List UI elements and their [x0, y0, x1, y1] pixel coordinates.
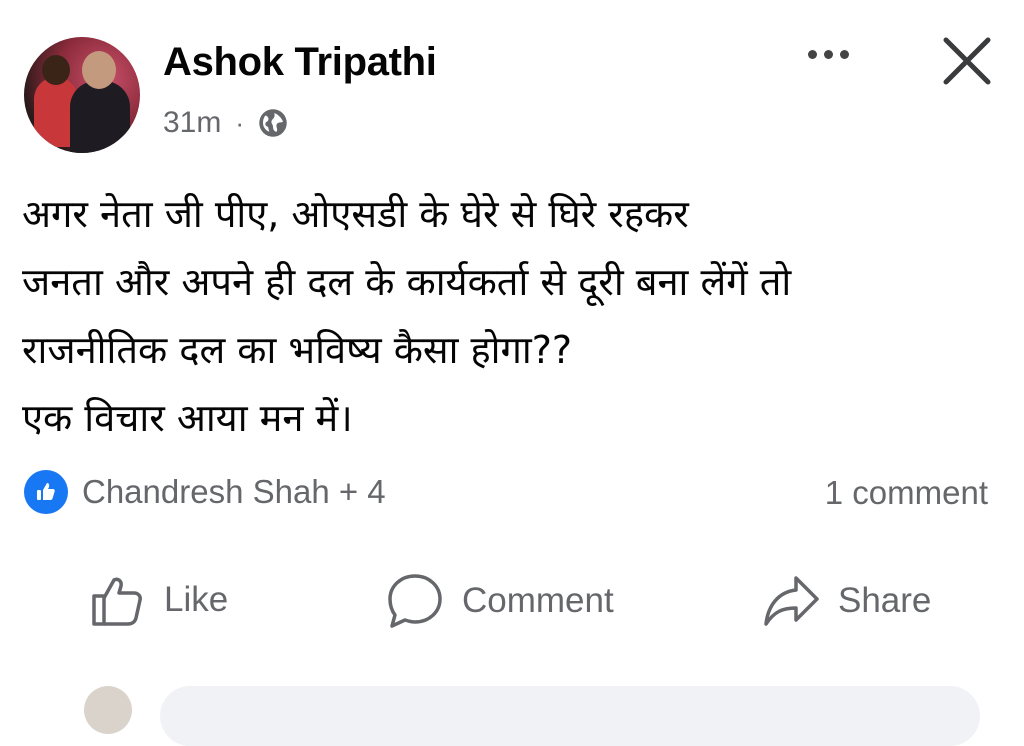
more-options-icon[interactable]	[808, 50, 849, 59]
like-label: Like	[164, 580, 229, 619]
comment-label: Comment	[462, 581, 614, 620]
post-meta: 31m ·	[163, 106, 288, 140]
comment-count[interactable]: 1 comment	[825, 474, 988, 512]
share-button[interactable]: Share	[762, 572, 931, 630]
reactors-text: Chandresh Shah + 4	[82, 473, 386, 510]
comment-button[interactable]: Comment	[386, 572, 614, 630]
share-arrow-icon	[764, 576, 819, 626]
current-user-avatar	[84, 686, 132, 734]
comment-input[interactable]	[160, 686, 980, 746]
author-name[interactable]: Ashok Tripathi	[163, 40, 437, 85]
comment-bubble-icon	[388, 574, 442, 628]
globe-icon[interactable]	[258, 108, 288, 138]
thumbs-up-icon	[92, 577, 142, 626]
post-timestamp[interactable]: 31m	[163, 106, 221, 140]
post-text-line: जनता और अपने ही दल के कार्यकर्ता से दूरी…	[22, 260, 792, 304]
post-text-line: राजनीतिक दल का भविष्य कैसा होगा??	[22, 328, 573, 372]
post-text: अगर नेता जी पीए, ओएसडी के घेरे से घिरे र…	[22, 180, 1002, 452]
post-text-line: एक विचार आया मन में।	[22, 396, 353, 440]
share-label: Share	[838, 581, 932, 620]
author-avatar[interactable]	[24, 37, 140, 153]
close-icon[interactable]	[940, 34, 994, 93]
meta-separator: ·	[235, 107, 245, 138]
like-reaction-icon	[24, 470, 68, 514]
like-button[interactable]: Like	[90, 572, 228, 628]
post-text-line: अगर नेता जी पीए, ओएसडी के घेरे से घिरे र…	[22, 192, 689, 236]
reactions-summary[interactable]: Chandresh Shah + 4	[24, 470, 386, 514]
